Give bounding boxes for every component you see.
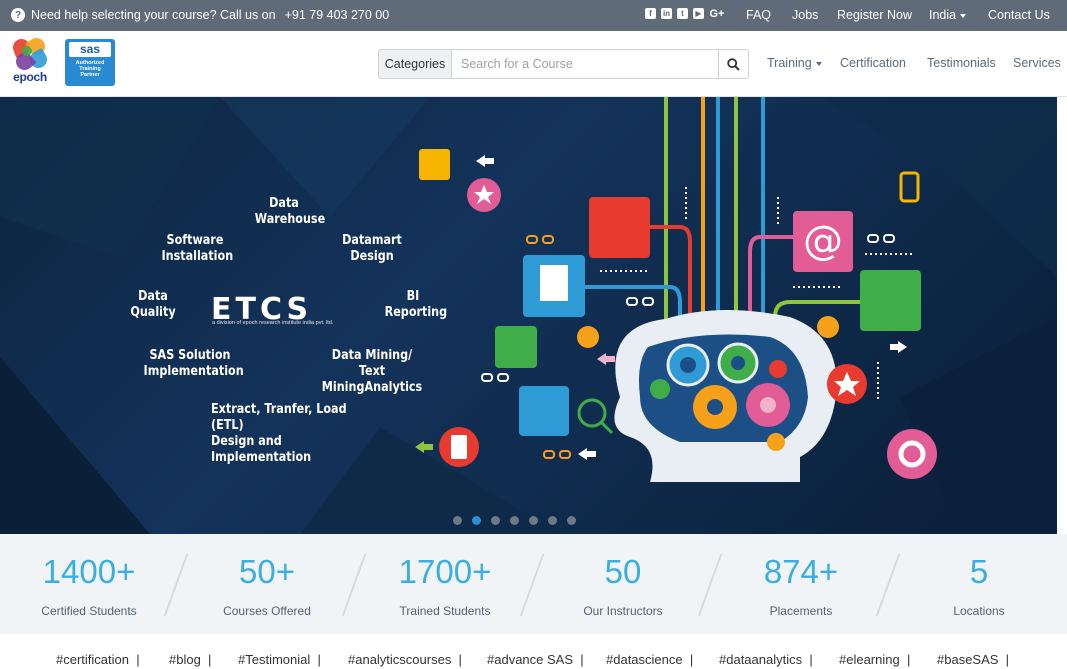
sas-brand: sas	[69, 42, 111, 57]
google-plus-icon[interactable]: G+	[709, 8, 725, 20]
hashtag-label: #datascience	[606, 652, 683, 667]
stat-label: Trained Students	[399, 604, 491, 618]
topic-data-warehouse: Data Warehouse	[254, 196, 326, 227]
country-label: India	[929, 8, 957, 22]
search-icon	[727, 57, 740, 71]
register-now-link[interactable]: Register Now	[837, 8, 912, 22]
topic-data-mining: Data Mining/ Text MiningAnalytics	[321, 348, 423, 395]
hashtag-link[interactable]: #analyticscourses |	[348, 652, 462, 667]
topic-bi-reporting: BI Reporting	[384, 289, 448, 320]
contact-us-link[interactable]: Contact Us	[988, 8, 1050, 22]
stat-value: 1700+	[398, 553, 492, 590]
slide-dot[interactable]	[453, 516, 462, 525]
stat-label: Locations	[953, 604, 1005, 618]
epoch-logo-text: epoch	[13, 70, 47, 84]
slide-dot-active[interactable]	[472, 516, 481, 525]
hashtag-label: #advance SAS	[487, 652, 574, 667]
hashtag-bar: #certification | #blog | #Testimonial | …	[0, 634, 1067, 669]
hashtag-link[interactable]: #datascience |	[606, 652, 693, 667]
hashtag-link[interactable]: #elearning |	[839, 652, 910, 667]
hashtag-link[interactable]: #dataanalytics |	[719, 652, 813, 667]
svg-text:@: @	[803, 218, 843, 264]
linkedin-icon[interactable]: in	[661, 8, 672, 19]
stats-strip: 1400+ Certified Students 50+ Courses Off…	[0, 534, 1067, 634]
sas-line-3: Partner	[80, 72, 100, 78]
topic-software-installation: Software Installation	[161, 233, 234, 264]
faq-link[interactable]: FAQ	[746, 8, 771, 22]
slide-dot[interactable]	[510, 516, 519, 525]
stat-value: 1400+	[42, 553, 136, 590]
hashtag-link[interactable]: #certification |	[56, 652, 140, 667]
sas-partner-logo: sas Authorized Training Partner	[65, 39, 115, 86]
stat-label: Certified Students	[41, 604, 137, 618]
topic-datamart-design: Datamart Design	[342, 233, 402, 264]
slide-dot[interactable]	[548, 516, 557, 525]
country-dropdown[interactable]: India	[929, 8, 967, 22]
stat-label: Our Instructors	[583, 604, 663, 618]
stat-label: Placements	[769, 604, 833, 618]
hashtag-label: #dataanalytics	[719, 652, 803, 667]
hashtag-label: #baseSAS	[937, 652, 999, 667]
course-search-input[interactable]	[452, 49, 718, 79]
jobs-link[interactable]: Jobs	[792, 8, 818, 22]
nav-training[interactable]: Training	[767, 56, 822, 70]
stat-placements: 874+ Placements	[721, 552, 881, 618]
hashtag-link[interactable]: #advance SAS |	[487, 652, 584, 667]
nav-certification[interactable]: Certification	[840, 56, 906, 70]
twitter-icon[interactable]: t	[677, 8, 688, 19]
hashtag-label: #certification	[56, 652, 129, 667]
youtube-icon[interactable]: ▶	[693, 8, 704, 19]
stat-instructors: 50 Our Instructors	[543, 552, 703, 618]
stat-locations: 5 Locations	[899, 552, 1059, 618]
top-bar: ? Need help selecting your course? Call …	[0, 0, 1067, 31]
hashtag-link[interactable]: #baseSAS |	[937, 652, 1009, 667]
epoch-logo-mark	[10, 34, 51, 74]
slider-dots	[453, 516, 576, 525]
stat-value: 874+	[763, 553, 839, 590]
slide-dot[interactable]	[491, 516, 500, 525]
topic-data-quality: Data Quality	[130, 289, 176, 320]
site-header: epoch sas Authorized Training Partner Ca…	[0, 31, 1067, 97]
topic-etl: Extract, Tranfer, Load (ETL) Design and …	[211, 402, 347, 465]
stat-label: Courses Offered	[223, 604, 311, 618]
stat-certified-students: 1400+ Certified Students	[9, 552, 169, 618]
hashtag-label: #blog	[169, 652, 201, 667]
question-icon: ?	[11, 8, 25, 22]
search-button[interactable]	[718, 49, 749, 79]
help-line: ? Need help selecting your course? Call …	[11, 8, 389, 22]
categories-button[interactable]: Categories	[378, 49, 452, 79]
chevron-down-icon	[960, 13, 967, 18]
page-edge	[1057, 97, 1067, 534]
stat-value: 50	[604, 553, 642, 590]
slide-dot[interactable]	[529, 516, 538, 525]
slide-dot[interactable]	[567, 516, 576, 525]
facebook-icon[interactable]: f	[645, 8, 656, 19]
etcs-subtitle: a division of epoch research institute i…	[212, 320, 334, 326]
help-phone[interactable]: +91 79 403 270 00	[285, 8, 390, 22]
social-links: f in t ▶ G+	[645, 8, 725, 20]
topic-sas-solution: SAS Solution Implementation	[143, 348, 244, 379]
nav-testimonials[interactable]: Testimonials	[927, 56, 996, 70]
hero-slider: @ Data Warehouse Software Installation D…	[0, 97, 1057, 534]
hashtag-link[interactable]: #blog |	[169, 652, 211, 667]
hashtag-label: #Testimonial	[238, 652, 311, 667]
nav-services[interactable]: Services	[1013, 56, 1061, 70]
nav-training-label: Training	[767, 56, 812, 70]
stat-trained-students: 1700+ Trained Students	[365, 552, 525, 618]
epoch-logo[interactable]: epoch	[10, 34, 51, 91]
stat-value: 50+	[239, 553, 295, 590]
help-text: Need help selecting your course? Call us…	[31, 8, 276, 22]
course-search: Categories	[378, 49, 749, 79]
stat-value: 5	[969, 553, 989, 590]
chevron-down-icon	[815, 61, 822, 66]
hashtag-label: #elearning	[839, 652, 900, 667]
stat-courses-offered: 50+ Courses Offered	[187, 552, 347, 618]
hashtag-link[interactable]: #Testimonial |	[238, 652, 321, 667]
hashtag-label: #analyticscourses	[348, 652, 452, 667]
